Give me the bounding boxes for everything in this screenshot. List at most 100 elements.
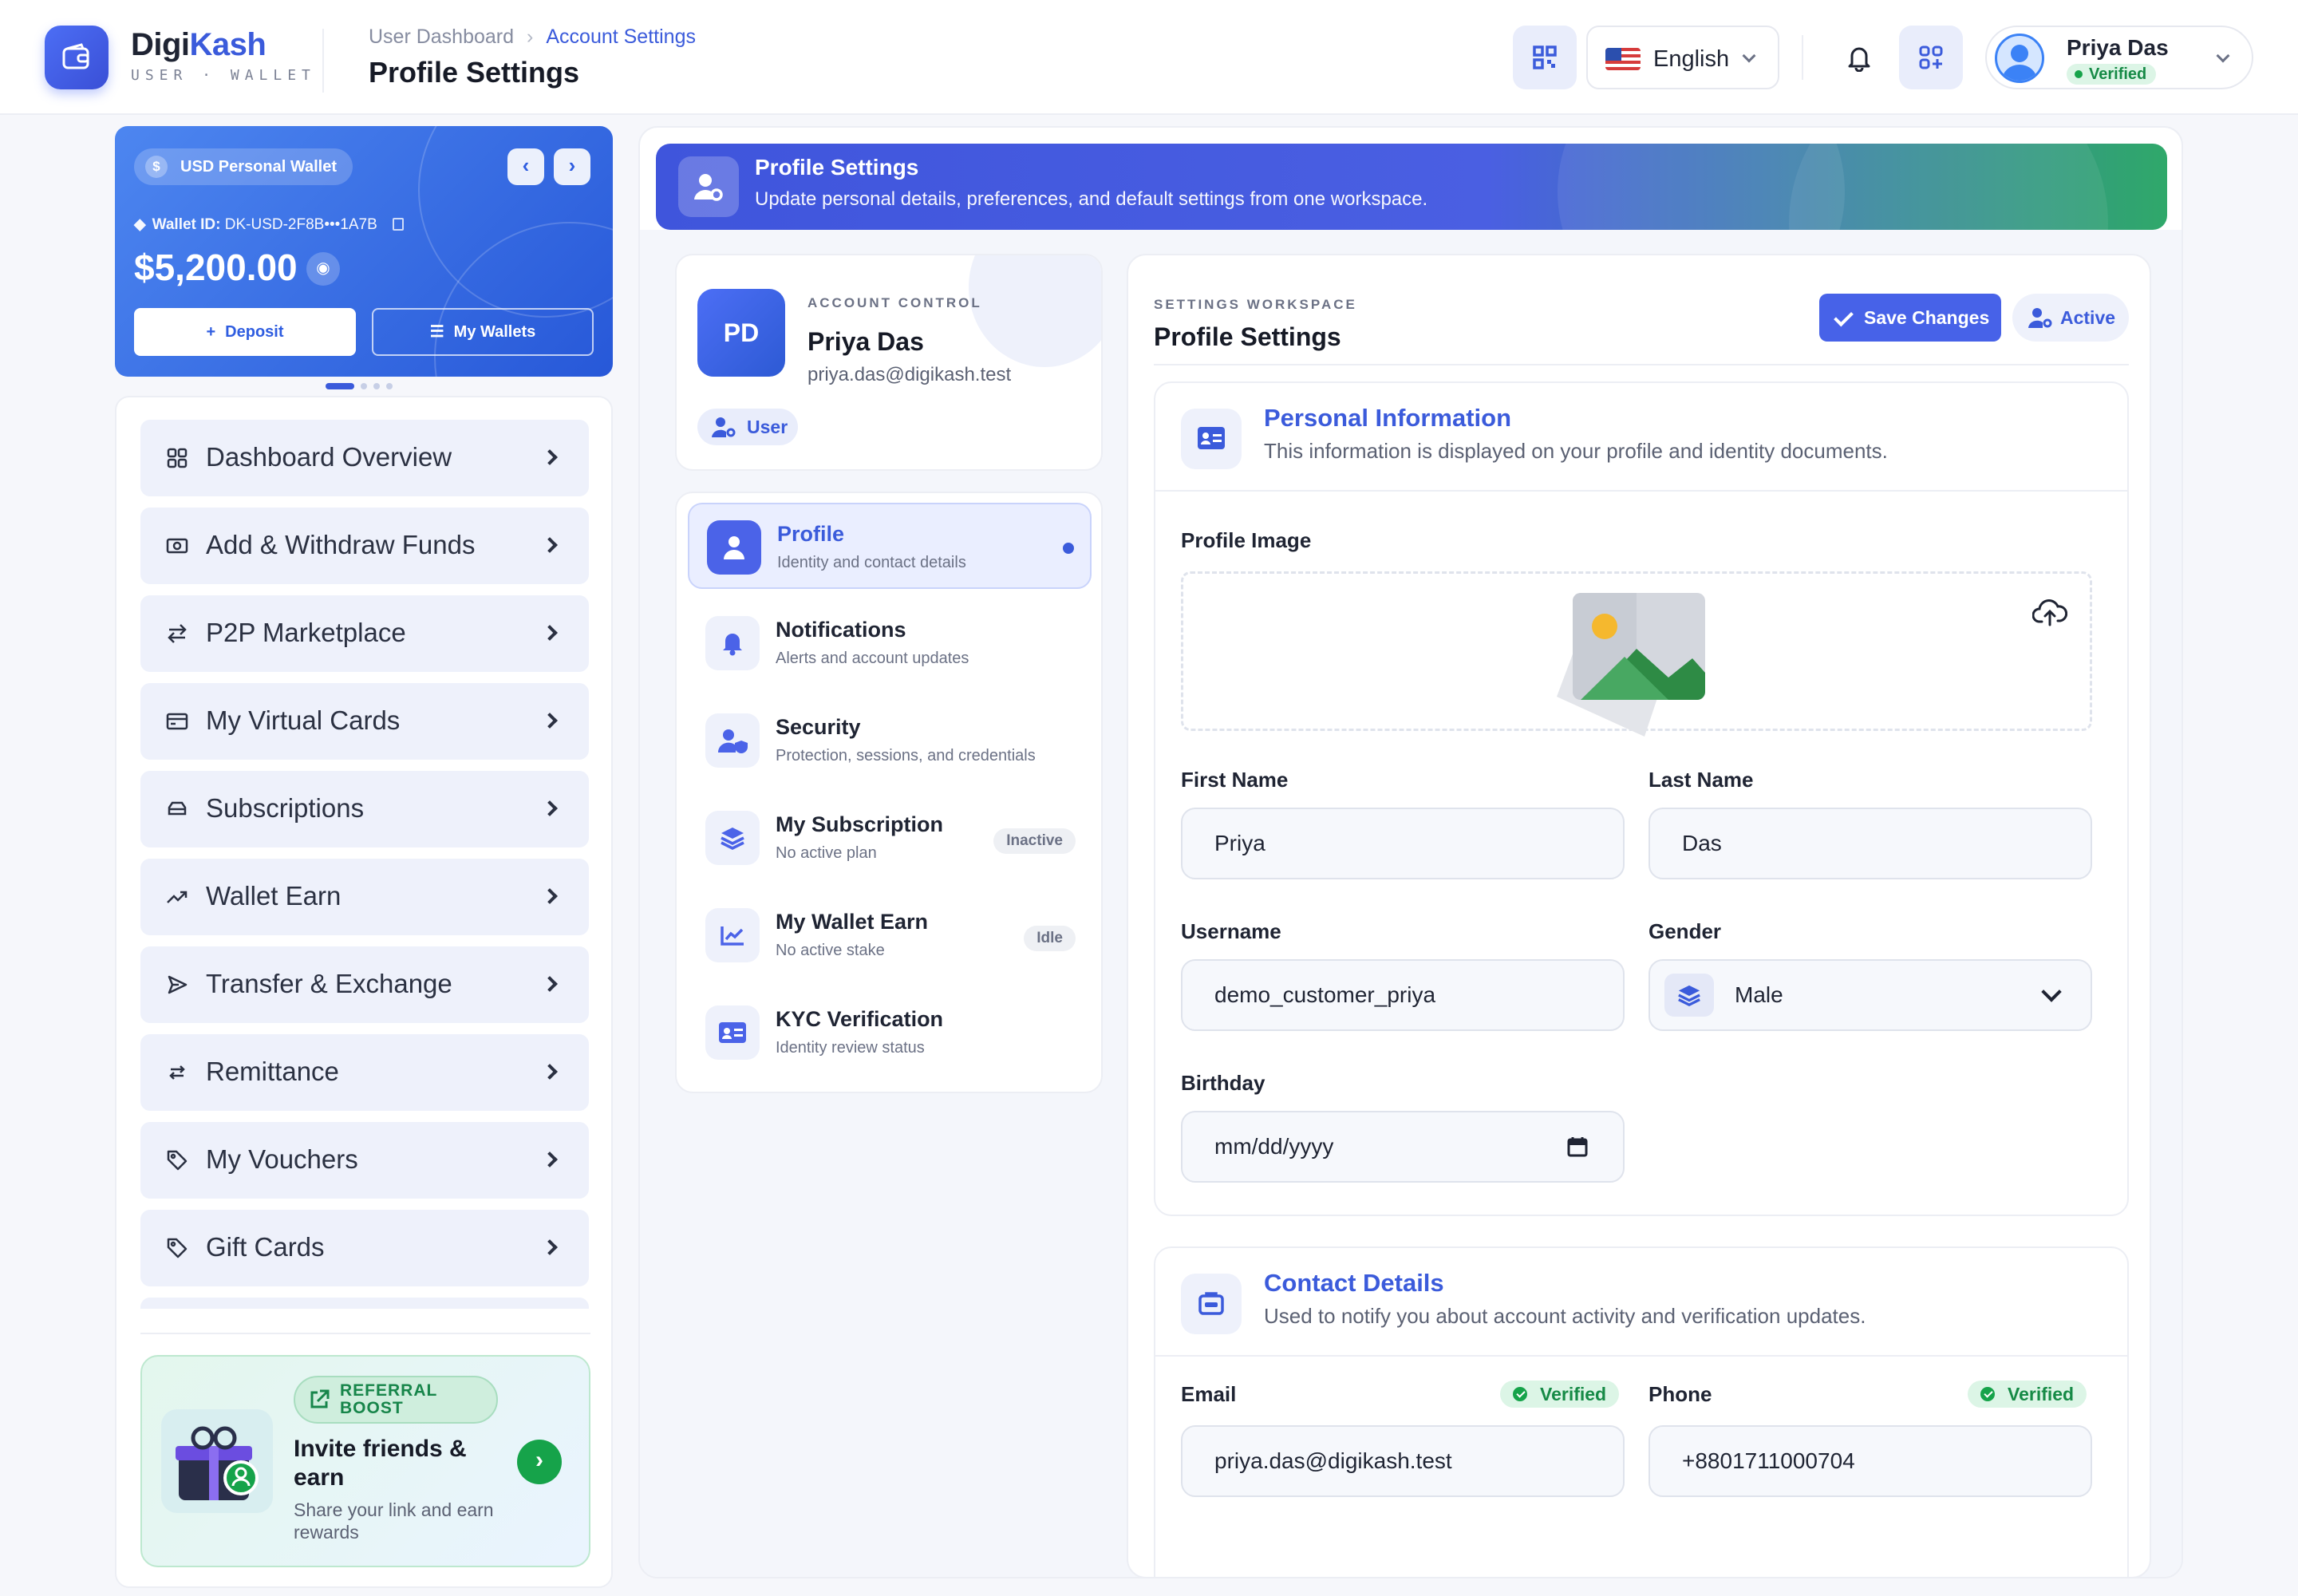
email-field[interactable]: priya.das@digikash.test bbox=[1181, 1425, 1625, 1497]
wallet-balance: $5,200.00 bbox=[134, 247, 298, 288]
contact-details-card: Contact Details Used to notify you about… bbox=[1154, 1246, 2129, 1577]
avatar: PD bbox=[697, 289, 785, 377]
referral-subtitle: Share your link and earn rewards bbox=[294, 1499, 494, 1543]
menu-item-subtitle: No active plan bbox=[776, 844, 877, 862]
notifications-button[interactable] bbox=[1835, 26, 1883, 89]
menu-item-title: Notifications bbox=[776, 618, 906, 642]
chevron-right-icon bbox=[542, 1064, 558, 1080]
chevron-down-icon bbox=[1742, 49, 1756, 63]
breadcrumb: User Dashboard › Account Settings bbox=[369, 26, 696, 49]
upload-cloud-icon[interactable] bbox=[2032, 598, 2067, 626]
menu-item-subscription[interactable]: My Subscription No active plan Inactive bbox=[688, 795, 1092, 881]
sidebar-item-gift-cards[interactable]: Gift Cards bbox=[140, 1210, 589, 1286]
language-selector[interactable]: English bbox=[1586, 26, 1779, 89]
calendar-icon[interactable] bbox=[1567, 1136, 1588, 1157]
chevron-right-icon bbox=[542, 537, 558, 553]
sidebar-item-p2p-marketplace[interactable]: P2P Marketplace bbox=[140, 595, 589, 672]
menu-item-title: Profile bbox=[777, 522, 845, 546]
last-name-field[interactable]: Das bbox=[1648, 808, 2092, 879]
username-label: Username bbox=[1181, 919, 1281, 943]
profile-image-dropzone[interactable] bbox=[1181, 571, 2092, 737]
wallet-logo-icon[interactable] bbox=[45, 26, 109, 89]
personal-information-card: Personal Information This information is… bbox=[1154, 381, 2129, 1216]
menu-item-kyc[interactable]: KYC Verification Identity review status bbox=[688, 990, 1092, 1076]
qr-code-button[interactable] bbox=[1513, 26, 1577, 89]
section-subtitle: This information is displayed on your pr… bbox=[1264, 439, 1888, 463]
sidebar-item-transfer-exchange[interactable]: Transfer & Exchange bbox=[140, 946, 589, 1023]
status-badge: Idle bbox=[1024, 926, 1076, 951]
sidebar-item-label: My Vouchers bbox=[206, 1144, 358, 1174]
menu-item-title: Security bbox=[776, 715, 861, 739]
top-bar: DigiKash USER · WALLET User Dashboard › Ac… bbox=[0, 0, 2298, 115]
eye-icon[interactable]: ◉ bbox=[306, 252, 340, 286]
menu-item-profile[interactable]: Profile Identity and contact details bbox=[688, 503, 1092, 589]
first-name-label: First Name bbox=[1181, 768, 1289, 792]
sidebar-item-partial[interactable] bbox=[140, 1298, 589, 1309]
phone-label: Phone bbox=[1648, 1382, 1712, 1406]
section-title: Personal Information bbox=[1264, 404, 1512, 432]
gender-select[interactable]: Male bbox=[1648, 959, 2092, 1031]
breadcrumb-item[interactable]: User Dashboard bbox=[369, 26, 514, 48]
settings-workspace: SETTINGS WORKSPACE Profile Settings Save… bbox=[1127, 254, 2151, 1577]
wallet-currency-chip[interactable]: $ USD Personal Wallet bbox=[134, 148, 353, 185]
sidebar-item-dashboard-overview[interactable]: Dashboard Overview bbox=[140, 420, 589, 496]
breadcrumb-separator: › bbox=[527, 26, 534, 48]
menu-item-title: KYC Verification bbox=[776, 1007, 944, 1031]
plus-icon: + bbox=[206, 323, 216, 341]
user-gear-icon bbox=[678, 156, 739, 217]
chevron-right-icon bbox=[542, 1152, 558, 1167]
us-flag-icon bbox=[1605, 48, 1641, 70]
sidebar-item-subscriptions[interactable]: Subscriptions bbox=[140, 771, 589, 847]
card-icon bbox=[166, 713, 188, 730]
sidebar-item-wallet-earn[interactable]: Wallet Earn bbox=[140, 859, 589, 935]
section-subtitle: Used to notify you about account activit… bbox=[1264, 1304, 1866, 1328]
my-wallets-button[interactable]: ☰ My Wallets bbox=[372, 308, 594, 356]
dollar-icon: $ bbox=[145, 156, 168, 178]
chevron-right-icon bbox=[542, 888, 558, 904]
sidebar-item-virtual-cards[interactable]: My Virtual Cards bbox=[140, 683, 589, 760]
user-menu[interactable]: Priya Das Verified bbox=[1985, 26, 2253, 89]
referral-title: Invite friends & earn bbox=[294, 1436, 467, 1491]
menu-item-subtitle: Identity review status bbox=[776, 1039, 925, 1057]
breadcrumb-item[interactable]: Account Settings bbox=[546, 26, 696, 48]
cash-icon bbox=[166, 538, 188, 554]
brand-name: DigiKash bbox=[131, 27, 267, 62]
sidebar-item-vouchers[interactable]: My Vouchers bbox=[140, 1122, 589, 1199]
deposit-button[interactable]: + Deposit bbox=[134, 308, 356, 356]
wallet-next-button[interactable]: › bbox=[554, 148, 590, 185]
menu-item-notifications[interactable]: Notifications Alerts and account updates bbox=[688, 600, 1092, 686]
first-name-field[interactable]: Priya bbox=[1181, 808, 1625, 879]
wallet-card: $ USD Personal Wallet ‹ › ◆ Wallet ID: DK-… bbox=[115, 126, 613, 377]
account-card: PD ACCOUNT CONTROL Priya Das priya.das@d… bbox=[675, 254, 1103, 471]
save-changes-button[interactable]: Save Changes bbox=[1819, 294, 2001, 342]
apps-add-icon bbox=[1919, 45, 1943, 69]
birthday-placeholder: mm/dd/yyyy bbox=[1214, 1134, 1334, 1159]
copy-icon[interactable] bbox=[393, 218, 405, 231]
referral-go-button[interactable]: › bbox=[517, 1440, 562, 1484]
menu-item-wallet-earn[interactable]: My Wallet Earn No active stake Idle bbox=[688, 892, 1092, 978]
diamond-icon: ◆ bbox=[134, 216, 146, 233]
sliders-icon: ☰ bbox=[429, 323, 444, 341]
status-active-button[interactable]: Active bbox=[2012, 294, 2129, 342]
id-card-icon bbox=[705, 1005, 760, 1060]
phone-verified-badge: Verified bbox=[1968, 1381, 2087, 1408]
referral-card[interactable]: REFERRAL BOOST Invite friends & earn Sha… bbox=[140, 1355, 590, 1567]
wallet-prev-button[interactable]: ‹ bbox=[507, 148, 544, 185]
email-label: Email bbox=[1181, 1382, 1237, 1406]
sidebar-item-add-withdraw[interactable]: Add & Withdraw Funds bbox=[140, 508, 589, 584]
main-panel: Profile Settings Update personal details… bbox=[638, 126, 2183, 1578]
user-gear-icon bbox=[2028, 308, 2052, 328]
user-shield-icon bbox=[705, 713, 760, 768]
bell-icon bbox=[705, 616, 760, 670]
phone-field[interactable]: +8801711000704 bbox=[1648, 1425, 2092, 1497]
sidebar-item-remittance[interactable]: Remittance bbox=[140, 1034, 589, 1111]
chevron-down-icon bbox=[2041, 982, 2062, 1002]
birthday-field[interactable]: mm/dd/yyyy bbox=[1181, 1111, 1625, 1183]
menu-item-security[interactable]: Security Protection, sessions, and crede… bbox=[688, 697, 1092, 784]
grid-icon bbox=[167, 448, 188, 468]
apps-button[interactable] bbox=[1899, 26, 1963, 89]
username-field[interactable]: demo_customer_priya bbox=[1181, 959, 1625, 1031]
menu-item-subtitle: Alerts and account updates bbox=[776, 650, 969, 667]
role-badge: User bbox=[697, 409, 798, 445]
trend-up-icon bbox=[167, 891, 188, 903]
